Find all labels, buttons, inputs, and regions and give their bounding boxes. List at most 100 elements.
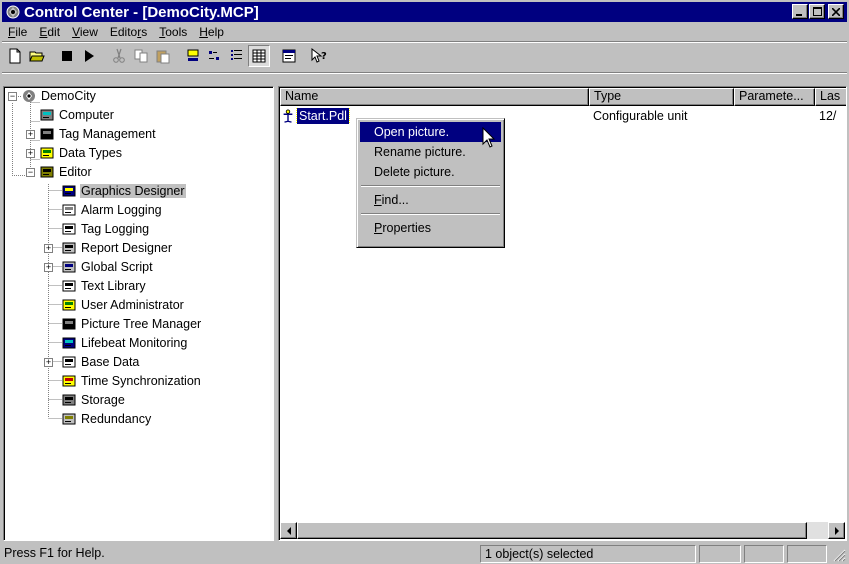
column-header-name[interactable]: Name — [280, 88, 589, 106]
text-library-icon — [62, 280, 76, 292]
tree-item-picture-tree-manager[interactable]: Picture Tree Manager — [61, 315, 202, 333]
window-title: Control Center - [DemoCity.MCP] — [24, 3, 259, 21]
tree-item-editor[interactable]: Editor — [39, 163, 93, 181]
editor-icon — [40, 166, 54, 178]
status-selection: 1 object(s) selected — [480, 545, 696, 563]
menu-edit[interactable]: Edit — [33, 25, 66, 39]
redundancy-icon — [62, 413, 76, 425]
scroll-left-button[interactable] — [280, 522, 297, 539]
tree-item-alarm-logging[interactable]: Alarm Logging — [61, 201, 163, 219]
size-grip-icon[interactable] — [832, 548, 846, 562]
status-panel-2 — [744, 545, 784, 563]
list-cell-name: Start.Pdl — [296, 108, 350, 124]
tree-item-label: Text Library — [81, 279, 146, 293]
cut-button[interactable] — [108, 45, 130, 67]
scroll-right-button[interactable] — [828, 522, 845, 539]
expander-data-types[interactable]: + — [26, 149, 35, 158]
menu-editors[interactable]: Editors — [104, 25, 153, 39]
graphics-picture-icon — [283, 109, 293, 123]
report-designer-icon — [62, 242, 76, 254]
menu-tools[interactable]: Tools — [153, 25, 193, 39]
tree-item-computer[interactable]: Computer — [39, 106, 115, 124]
paste-icon — [156, 50, 170, 64]
open-button[interactable] — [26, 45, 48, 67]
tree-item-label: Data Types — [59, 146, 123, 160]
tree-root-democity[interactable]: DemoCity — [21, 87, 97, 105]
menu-view[interactable]: View — [66, 25, 104, 39]
menu-properties[interactable]: Properties — [360, 218, 501, 238]
tree-item-tag-management[interactable]: Tag Management — [39, 125, 157, 143]
expander-report-designer[interactable]: + — [44, 244, 53, 253]
tree-item-tag-logging[interactable]: Tag Logging — [61, 220, 150, 238]
status-panel-1 — [699, 545, 741, 563]
scroll-thumb[interactable] — [297, 522, 807, 539]
tree-item-label: Alarm Logging — [81, 203, 162, 217]
menu-find[interactable]: Find... — [360, 190, 501, 210]
tree-item-lifebeat-monitoring[interactable]: Lifebeat Monitoring — [61, 334, 188, 352]
tree-item-storage[interactable]: Storage — [61, 391, 126, 409]
tree-item-redundancy[interactable]: Redundancy — [61, 410, 152, 428]
menu-separator-2 — [361, 213, 500, 215]
stop-button[interactable] — [56, 45, 78, 67]
cut-icon — [113, 48, 125, 63]
minimize-button[interactable] — [792, 4, 808, 19]
column-header-last-changed[interactable]: Las — [815, 88, 846, 106]
tree-item-label: Tag Logging — [81, 222, 150, 236]
menu-help[interactable]: Help — [193, 25, 230, 39]
context-help-button[interactable]: ? — [308, 45, 330, 67]
properties-button[interactable] — [278, 45, 300, 67]
tree-item-text-library[interactable]: Text Library — [61, 277, 147, 295]
navigation-tree[interactable]: − DemoCity Computer + Tag Management + Data … — [3, 86, 274, 541]
column-header-parameters[interactable]: Paramete... — [734, 88, 815, 106]
graphics-designer-icon — [62, 185, 76, 197]
tree-item-label: Time Synchronization — [81, 374, 201, 388]
tree-item-time-synchronization[interactable]: Time Synchronization — [61, 372, 202, 390]
tree-item-user-administrator[interactable]: User Administrator — [61, 296, 185, 314]
control-center-icon — [6, 5, 20, 19]
tree-item-label: Computer — [59, 108, 114, 122]
list-view-icon — [231, 50, 242, 60]
title-bar[interactable]: Control Center - [DemoCity.MCP] — [2, 2, 847, 22]
copy-icon — [134, 49, 148, 63]
data-types-icon — [40, 147, 54, 159]
tree-item-base-data[interactable]: Base Data — [61, 353, 140, 371]
status-panel-3 — [787, 545, 827, 563]
picture-tree-icon — [62, 318, 76, 330]
copy-button[interactable] — [130, 45, 152, 67]
project-icon — [23, 90, 35, 102]
large-icons-button[interactable] — [182, 45, 204, 67]
expander-democity[interactable]: − — [8, 92, 17, 101]
tree-item-label: Redundancy — [81, 412, 152, 426]
list-view-button[interactable] — [226, 45, 248, 67]
column-header-type[interactable]: Type — [589, 88, 734, 106]
details-view-button[interactable] — [248, 45, 270, 67]
menu-open-picture[interactable]: Open picture. — [360, 122, 501, 142]
play-icon — [85, 50, 94, 62]
tree-item-graphics-designer[interactable]: Graphics Designer — [61, 182, 186, 200]
expander-editor[interactable]: − — [26, 168, 35, 177]
tag-logging-icon — [62, 223, 76, 235]
tree-item-label: Editor — [59, 165, 92, 179]
small-icons-button[interactable] — [204, 45, 226, 67]
tree-item-global-script[interactable]: Global Script — [61, 258, 154, 276]
tree-item-report-designer[interactable]: Report Designer — [61, 239, 173, 257]
menu-delete-picture[interactable]: Delete picture. — [360, 162, 501, 182]
menu-rename-picture[interactable]: Rename picture. — [360, 142, 501, 162]
close-icon — [832, 7, 840, 16]
arrow-left-icon — [286, 526, 291, 535]
expander-global-script[interactable]: + — [44, 263, 53, 272]
paste-button[interactable] — [152, 45, 174, 67]
tree-item-label: Base Data — [81, 355, 140, 369]
horizontal-scrollbar[interactable] — [280, 522, 845, 539]
new-button[interactable] — [4, 45, 26, 67]
play-button[interactable] — [78, 45, 100, 67]
tree-item-label: Lifebeat Monitoring — [81, 336, 188, 350]
expander-tag-management[interactable]: + — [26, 130, 35, 139]
minimize-icon — [796, 13, 802, 16]
close-button[interactable] — [828, 4, 844, 19]
expander-base-data[interactable]: + — [44, 358, 53, 367]
menu-file[interactable]: File — [2, 25, 33, 39]
toolbar: ? — [4, 44, 330, 68]
maximize-button[interactable] — [809, 4, 825, 19]
tree-item-data-types[interactable]: Data Types — [39, 144, 123, 162]
